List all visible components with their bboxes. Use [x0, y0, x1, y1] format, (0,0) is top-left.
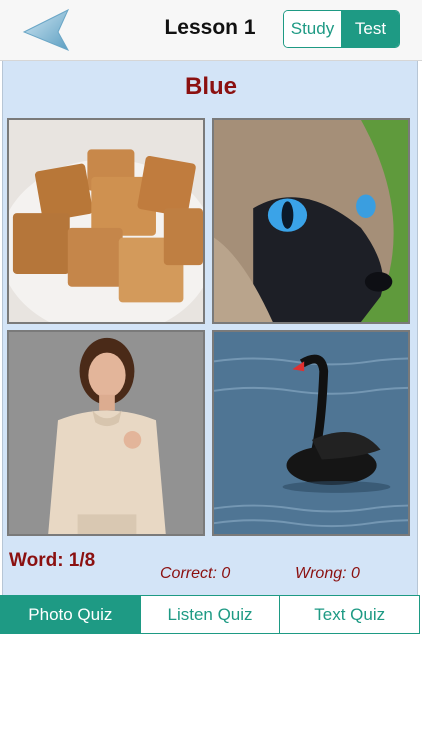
- back-arrow-icon[interactable]: [22, 8, 72, 52]
- word-counter: Word: 1/8: [9, 550, 96, 571]
- siamese-cat-blue-eyes-image: [214, 120, 408, 322]
- woman-portrait-image: [9, 332, 203, 534]
- tab-listen-quiz[interactable]: Listen Quiz: [141, 596, 281, 633]
- quiz-word: Blue: [184, 73, 237, 100]
- photo-option-caramel[interactable]: [7, 118, 205, 324]
- mode-segmented-control: Study Test: [283, 10, 400, 48]
- caramel-candies-image: [9, 120, 203, 322]
- quiz-type-tabs: Photo Quiz Listen Quiz Text Quiz: [0, 595, 420, 634]
- tab-photo-quiz[interactable]: Photo Quiz: [1, 596, 141, 633]
- test-mode-button[interactable]: Test: [342, 11, 399, 47]
- navigation-bar: Lesson 1 Study Test: [0, 0, 422, 61]
- correct-count: Correct: 0: [160, 565, 231, 582]
- black-swan-image: [214, 332, 408, 534]
- photo-option-swan[interactable]: [212, 330, 410, 536]
- tab-text-quiz[interactable]: Text Quiz: [280, 596, 419, 633]
- photo-option-cat[interactable]: [212, 118, 410, 324]
- wrong-count: Wrong: 0: [295, 565, 360, 582]
- photo-option-woman[interactable]: [7, 330, 205, 536]
- page-title: Lesson 1: [164, 16, 256, 39]
- study-mode-button[interactable]: Study: [284, 11, 342, 47]
